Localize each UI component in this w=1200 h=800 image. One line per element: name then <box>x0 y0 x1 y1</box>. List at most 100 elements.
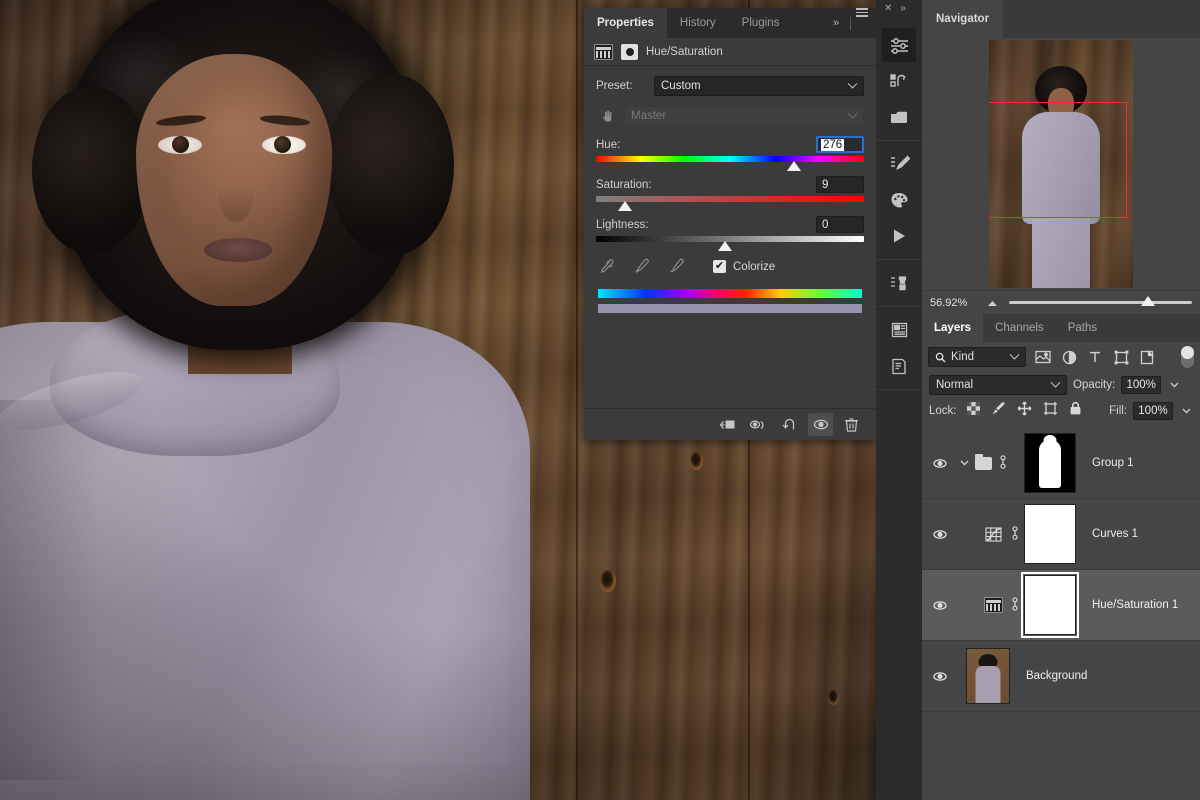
shape-filter-icon[interactable] <box>1112 350 1130 365</box>
tab-channels-label: Channels <box>995 322 1044 334</box>
properties-panel: Properties History Plugins » Hue/Saturat… <box>584 8 876 440</box>
hue-saturation-glyph <box>984 597 1003 613</box>
navigator-view-rectangle[interactable] <box>989 102 1127 218</box>
group-controls[interactable] <box>958 454 1024 473</box>
filter-enable-toggle[interactable] <box>1181 346 1194 368</box>
colorize-checkbox[interactable]: ✔ <box>713 260 726 273</box>
expand-chevron-icon[interactable]: » <box>900 3 906 14</box>
zoom-out-icon[interactable] <box>986 294 999 312</box>
tab-properties[interactable]: Properties <box>584 8 667 38</box>
blend-mode-select[interactable]: Normal <box>929 375 1067 395</box>
blend-mode-value: Normal <box>936 379 973 391</box>
layer-controls <box>958 525 1024 544</box>
info-icon[interactable] <box>882 313 916 347</box>
scrubby-hand-icon[interactable] <box>596 106 618 126</box>
close-icon[interactable]: ✕ <box>884 3 892 14</box>
type-filter-icon[interactable] <box>1086 350 1104 364</box>
actions-play-icon[interactable] <box>882 219 916 253</box>
table-row[interactable]: Group 1 <box>922 428 1200 499</box>
lock-artboard-icon[interactable] <box>1043 401 1058 421</box>
hue-value-input[interactable]: 276 <box>816 136 864 153</box>
adjustment-filter-icon[interactable] <box>1060 350 1078 365</box>
brush-settings-icon[interactable] <box>882 147 916 181</box>
tab-channels[interactable]: Channels <box>983 314 1056 342</box>
zoom-slider-track[interactable] <box>1009 301 1192 304</box>
toggle-preview-button[interactable] <box>746 413 771 436</box>
lock-all-icon[interactable] <box>1069 401 1082 421</box>
channel-select[interactable]: Master <box>624 106 864 126</box>
checkmark-icon: ✔ <box>715 261 724 272</box>
eyedropper-add-icon[interactable] <box>633 258 650 275</box>
lock-position-icon[interactable] <box>1017 401 1032 421</box>
pixel-filter-icon[interactable] <box>1034 350 1052 364</box>
reset-button[interactable] <box>777 413 802 436</box>
color-swatches-icon[interactable] <box>882 183 916 217</box>
notes-icon[interactable] <box>882 349 916 383</box>
overflow-label: » <box>833 17 839 29</box>
link-icon[interactable] <box>1010 525 1020 544</box>
icon-rail-dock: ✕ » <box>876 0 922 800</box>
tab-layers[interactable]: Layers <box>922 314 983 342</box>
hue-slider-track[interactable] <box>596 156 864 162</box>
adjustments-icon[interactable] <box>882 28 916 62</box>
visibility-button[interactable] <box>808 413 833 436</box>
zoom-percentage[interactable]: 56.92% <box>930 297 976 309</box>
lock-transparent-pixels-icon[interactable] <box>967 402 980 420</box>
filter-kind-select[interactable]: Kind <box>928 347 1026 367</box>
result-color-bar[interactable] <box>598 304 862 313</box>
navigator-pants <box>1032 218 1090 288</box>
clip-to-layer-button[interactable] <box>715 413 740 436</box>
panel-menu-icon[interactable] <box>856 8 868 38</box>
saturation-value-input[interactable]: 9 <box>816 176 864 193</box>
opacity-chevron-down-icon[interactable] <box>1167 376 1181 394</box>
eyedropper-icon[interactable] <box>598 258 615 275</box>
lightness-slider-thumb[interactable] <box>718 241 732 251</box>
saturation-slider-track[interactable] <box>596 196 864 202</box>
navigator-body[interactable] <box>922 38 1200 290</box>
smart-object-filter-icon[interactable] <box>1138 350 1156 365</box>
lock-image-pixels-icon[interactable] <box>991 401 1006 421</box>
tab-history[interactable]: History <box>667 8 729 38</box>
layer-mask-thumbnail[interactable] <box>1024 433 1076 493</box>
hue-slider-thumb[interactable] <box>787 161 801 171</box>
layer-thumbnail[interactable] <box>966 648 1010 704</box>
hue-saturation-adjustment-icon <box>594 44 613 60</box>
lightness-slider-track[interactable] <box>596 236 864 242</box>
rail-group-4 <box>876 307 922 390</box>
fill-chevron-down-icon[interactable] <box>1179 402 1193 420</box>
chevron-down-icon[interactable] <box>960 458 969 469</box>
table-row[interactable]: Background <box>922 641 1200 712</box>
link-icon[interactable] <box>1010 596 1020 615</box>
history-icon[interactable] <box>882 64 916 98</box>
navigator-thumbnail[interactable] <box>989 40 1133 288</box>
hue-saturation-adjustment-icon[interactable] <box>982 596 1004 614</box>
tab-plugins[interactable]: Plugins <box>729 8 793 38</box>
fill-value[interactable]: 100% <box>1133 402 1173 420</box>
overflow-chevron-icon[interactable]: » <box>827 8 845 38</box>
table-row[interactable]: Curves 1 <box>922 499 1200 570</box>
saturation-slider-thumb[interactable] <box>618 201 632 211</box>
tab-navigator[interactable]: Navigator <box>922 0 1003 38</box>
eyedropper-subtract-icon[interactable] <box>668 258 685 275</box>
clone-source-icon[interactable] <box>882 266 916 300</box>
layer-mask-thumbnail[interactable] <box>1024 575 1076 635</box>
tab-paths[interactable]: Paths <box>1056 314 1109 342</box>
source-color-bar[interactable] <box>598 289 862 298</box>
layer-visibility-toggle[interactable] <box>922 529 958 540</box>
preset-row: Preset: Custom <box>596 76 864 96</box>
opacity-value[interactable]: 100% <box>1121 376 1161 394</box>
preset-select[interactable]: Custom <box>654 76 864 96</box>
layer-visibility-toggle[interactable] <box>922 600 958 611</box>
libraries-icon[interactable] <box>882 100 916 134</box>
layer-visibility-toggle[interactable] <box>922 458 958 469</box>
link-icon[interactable] <box>998 454 1008 473</box>
eyedropper-tools-row: ✔ Colorize <box>598 258 864 275</box>
colorize-checkbox-row[interactable]: ✔ Colorize <box>713 260 775 273</box>
zoom-slider-thumb[interactable] <box>1141 296 1155 306</box>
layer-visibility-toggle[interactable] <box>922 671 958 682</box>
delete-button[interactable] <box>839 413 864 436</box>
lightness-value-input[interactable]: 0 <box>816 216 864 233</box>
curves-adjustment-icon[interactable] <box>982 525 1004 543</box>
table-row[interactable]: Hue/Saturation 1 <box>922 570 1200 641</box>
layer-mask-thumbnail[interactable] <box>1024 504 1076 564</box>
